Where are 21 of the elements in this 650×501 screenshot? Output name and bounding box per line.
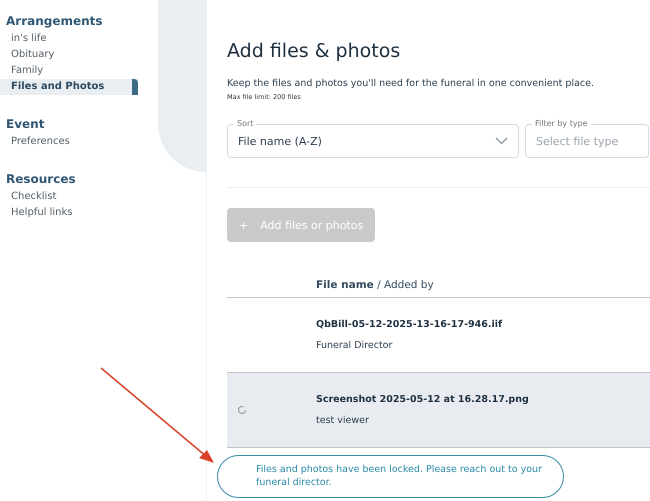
section-heading: Resources	[6, 171, 76, 188]
nav-item[interactable]: Family	[0, 63, 138, 79]
file-row[interactable]: Screenshot 2025-05-12 at 16.28.17.png test viewer	[227, 373, 650, 448]
added-by: test viewer	[316, 415, 370, 426]
added-by: Funeral Director	[316, 340, 394, 351]
nav-item[interactable]: in's life	[0, 31, 138, 47]
file-name: Screenshot 2025-05-12 at 16.28.17.png	[316, 394, 529, 405]
table-header: File name / Added by	[227, 279, 650, 298]
page-description: Keep the files and photos you'll need for the funeral in one convenient place.	[227, 78, 595, 89]
locked-notice: Files and photos have been locked. Please reach out to your funeral director.	[217, 455, 564, 498]
nav-item[interactable]: Checklist	[0, 189, 138, 205]
loading-spinner-icon	[237, 405, 247, 415]
nav-item[interactable]: Helpful links	[0, 205, 138, 221]
page-title: Add files & photos	[227, 39, 402, 64]
file-name: QbBill-05-12-2025-13-16-17-946.iif	[316, 319, 502, 330]
section-heading: Event	[6, 116, 44, 133]
nav-item[interactable]: Obituary	[0, 47, 138, 63]
nav-item[interactable]: Preferences	[0, 134, 138, 150]
nav-item[interactable]: Files and Photos	[0, 79, 138, 95]
section-heading: Arrangements	[6, 13, 103, 30]
chevron-down-icon	[495, 137, 508, 145]
